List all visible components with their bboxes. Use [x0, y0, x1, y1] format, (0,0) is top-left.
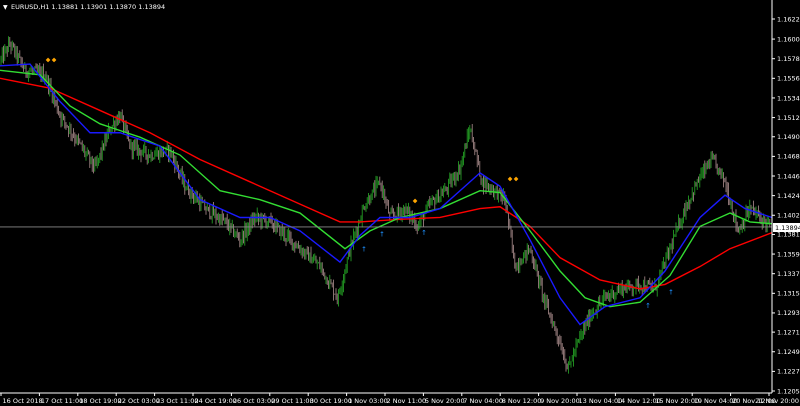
red-moving-average-line	[0, 77, 773, 290]
x-tick-label: 21 Nov 20:00	[755, 397, 799, 405]
x-tick-label: 17 Oct 11:00	[41, 397, 83, 405]
y-tick-label: 1.12930	[777, 309, 800, 317]
sell-diamond-icon: ◆	[508, 175, 513, 182]
x-tick-label: 5 Nov 20:00	[425, 397, 465, 405]
x-tick-label: 1 Nov 03:00	[348, 397, 388, 405]
x-tick-label: 8 Nov 12:00	[502, 397, 542, 405]
green-moving-average-line	[0, 69, 773, 308]
moving-averages-layer	[0, 63, 773, 326]
x-tick-label: 19 Nov 04:00	[694, 397, 738, 405]
buy-arrow-icon: ↑	[645, 302, 651, 310]
y-tick-label: 1.15780	[777, 55, 800, 63]
triangle-down-icon[interactable]: ▼	[3, 4, 8, 11]
x-tick-label: 2 Nov 11:00	[387, 397, 427, 405]
x-tick-label: 29 Oct 11:00	[271, 397, 313, 405]
y-tick-label: 1.12275	[777, 368, 800, 376]
y-tick-label: 1.14905	[777, 133, 800, 141]
x-tick-label: 26 Oct 03:00	[233, 397, 275, 405]
y-tick-label: 1.14245	[777, 192, 800, 200]
y-tick-label: 1.13590	[777, 250, 800, 258]
x-tick-label: 13 Nov 04:00	[579, 397, 623, 405]
candles-layer	[0, 36, 771, 374]
y-tick-label: 1.12055	[777, 387, 800, 395]
y-tick-label: 1.14685	[777, 153, 800, 161]
sell-diamond-icon: ◆	[52, 57, 57, 64]
x-axis[interactable]: 16 Oct 201817 Oct 11:0018 Oct 19:0022 Oc…	[0, 393, 799, 405]
x-tick-label: 18 Oct 19:00	[79, 397, 121, 405]
price-chart[interactable]: ◆◆◆◆◆↑↑↑↑↑ 1.162251.160001.157801.155601…	[0, 0, 800, 406]
buy-arrow-icon: ↑	[421, 229, 427, 237]
y-tick-label: 1.13370	[777, 270, 800, 278]
x-tick-label: 9 Nov 20:00	[540, 397, 580, 405]
y-tick-label: 1.12715	[777, 328, 800, 336]
x-tick-label: 15 Nov 20:00	[655, 397, 699, 405]
y-tick-label: 1.13150	[777, 290, 800, 298]
sell-diamond-icon: ◆	[46, 57, 51, 64]
y-tick-label: 1.15120	[777, 114, 800, 122]
y-tick-label: 1.15340	[777, 94, 800, 102]
symbol-header: EURUSD,H1 1.13881 1.13901 1.13870 1.1389…	[11, 3, 165, 11]
y-axis[interactable]: 1.16225 1.16000 1.15780 1.15560 1.15340 1.151…	[772, 15, 800, 395]
x-tick-label: 7 Nov 04:00	[463, 397, 503, 405]
x-tick-label: 24 Oct 19:00	[195, 397, 237, 405]
y-tick-label: 1.16225	[777, 15, 800, 23]
y-tick-label: 1.16000	[777, 35, 800, 43]
buy-arrow-icon: ↑	[668, 289, 674, 297]
x-tick-label: 22 Oct 03:00	[118, 397, 160, 405]
x-tick-label: 30 Oct 19:00	[310, 397, 352, 405]
x-tick-label: 23 Oct 11:00	[156, 397, 198, 405]
buy-arrow-icon: ↑	[361, 246, 367, 254]
y-tick-label: 1.14025	[777, 212, 800, 220]
buy-arrow-icon: ↑	[379, 231, 385, 239]
sell-diamond-icon: ◆	[413, 198, 418, 205]
x-tick-label: 14 Nov 12:00	[617, 397, 661, 405]
y-tick-label: 1.15560	[777, 75, 800, 83]
chart-window[interactable]: ◆◆◆◆◆↑↑↑↑↑ 1.162251.160001.157801.155601…	[0, 0, 800, 406]
sell-diamond-icon: ◆	[514, 175, 519, 182]
y-tick-label: 1.12495	[777, 348, 800, 356]
x-tick-label: 16 Oct 2018	[3, 397, 43, 405]
current-price-label: 1.13894	[775, 224, 800, 232]
signals-layer: ◆ ◆◆◆ ◆↑↑ ↑↑↑	[46, 57, 674, 310]
y-tick-label: 1.14465	[777, 172, 800, 180]
